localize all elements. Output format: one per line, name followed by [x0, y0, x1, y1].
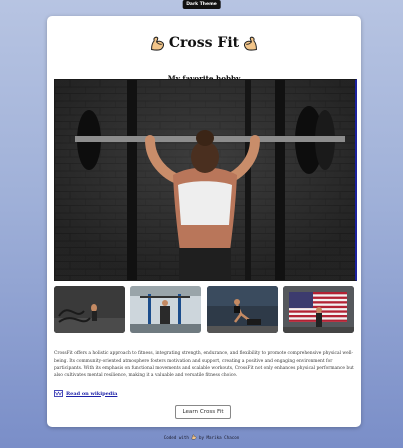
theme-toggle-button[interactable]: Dark Theme [182, 0, 221, 9]
flexed-biceps-icon [244, 36, 258, 51]
thumbnail-image[interactable] [54, 286, 125, 333]
flexed-biceps-icon [191, 434, 197, 440]
flexed-biceps-icon [150, 36, 164, 51]
read-on-wikipedia-link[interactable]: Read on wikipedia [66, 391, 117, 397]
footer-suffix: by Marika Chacon [198, 434, 240, 440]
wiki-link-row: Read on wikipedia [54, 390, 117, 397]
learn-cross-fit-button[interactable]: Learn Cross Fit [175, 405, 231, 419]
thumbnail-image[interactable] [207, 286, 278, 333]
thumbnail-image[interactable] [283, 286, 354, 333]
thumbnail-gallery [54, 286, 354, 333]
description-text: CrossFit offers a holistic approach to f… [54, 351, 354, 378]
footer-prefix: Coded with [163, 434, 189, 440]
wikipedia-icon [54, 390, 63, 397]
title-row: Cross Fit [47, 33, 361, 53]
page-title: Cross Fit [168, 35, 240, 51]
hobby-card: Cross Fit My favorite hobby [47, 16, 361, 427]
footer: Coded with by Marika Chacon [0, 434, 403, 440]
hero-image [54, 79, 357, 281]
thumbnail-image[interactable] [130, 286, 201, 333]
